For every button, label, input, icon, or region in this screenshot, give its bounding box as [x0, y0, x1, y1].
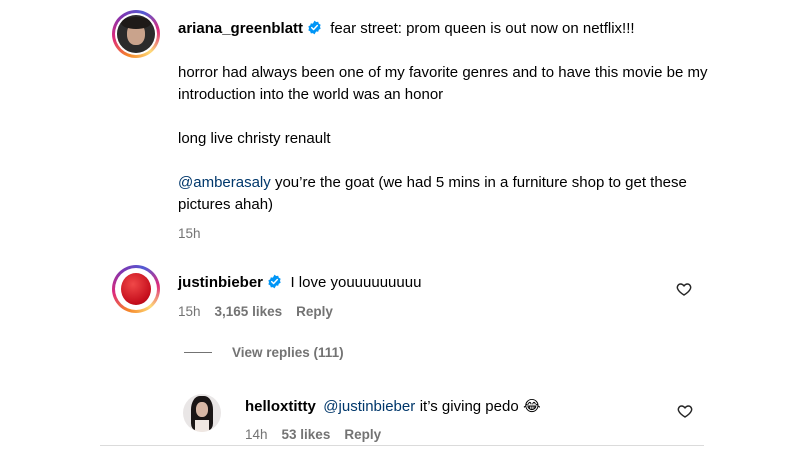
comment-username[interactable]: justinbieber	[178, 274, 263, 291]
post-avatar-image	[117, 15, 155, 53]
post-username[interactable]: ariana_greenblatt	[178, 20, 303, 37]
comment-avatar-image	[117, 270, 155, 308]
reply-mention-link[interactable]: @justinbieber	[323, 398, 415, 415]
reply-username[interactable]: helloxtitty	[245, 398, 316, 415]
reply-reply-button[interactable]: Reply	[344, 427, 381, 442]
comment-avatar[interactable]	[112, 265, 160, 313]
reply-timestamp: 14h	[245, 427, 268, 442]
post-mention-link[interactable]: @amberasaly	[178, 174, 271, 191]
view-replies-divider	[184, 352, 212, 353]
bottom-divider	[100, 445, 704, 446]
comment-likes[interactable]: 3,165 likes	[215, 304, 283, 319]
comment-reply-button[interactable]: Reply	[296, 304, 333, 319]
comment-timestamp: 15h	[178, 304, 201, 319]
post-caption-paragraph-3: @amberasaly you’re the goat (we had 5 mi…	[178, 172, 708, 216]
reply-likes[interactable]: 53 likes	[282, 427, 331, 442]
reply-meta: 14h 53 likes Reply	[245, 427, 381, 442]
reply-header: helloxtitty @justinbieber it’s giving pe…	[245, 396, 665, 418]
post-timestamp: 15h	[178, 226, 201, 241]
post-avatar[interactable]	[112, 10, 160, 58]
comment-header: justinbieber I love youuuuuuuuu	[178, 272, 658, 296]
post-caption-paragraph-2: long live christy renault	[178, 130, 331, 147]
verified-badge-icon	[307, 20, 322, 42]
laughing-emoji-icon: 😂	[523, 398, 541, 415]
reply-like-heart-icon[interactable]	[677, 403, 693, 419]
view-replies-button[interactable]: View replies (111)	[232, 345, 344, 360]
post-caption-paragraph-1: horror had always been one of my favorit…	[178, 64, 708, 103]
reply-avatar[interactable]	[183, 394, 221, 432]
comment-like-heart-icon[interactable]	[676, 281, 692, 297]
post-header: ariana_greenblatt fear street: prom quee…	[178, 18, 738, 42]
reply-text: it’s giving pedo	[419, 398, 519, 415]
verified-badge-icon	[267, 274, 282, 296]
view-replies-row[interactable]: View replies (111)	[184, 345, 344, 360]
comment-text: I love youuuuuuuuu	[290, 274, 422, 291]
post-caption-first-line: fear street: prom queen is out now on ne…	[330, 20, 635, 37]
comment-meta: 15h 3,165 likes Reply	[178, 304, 333, 319]
